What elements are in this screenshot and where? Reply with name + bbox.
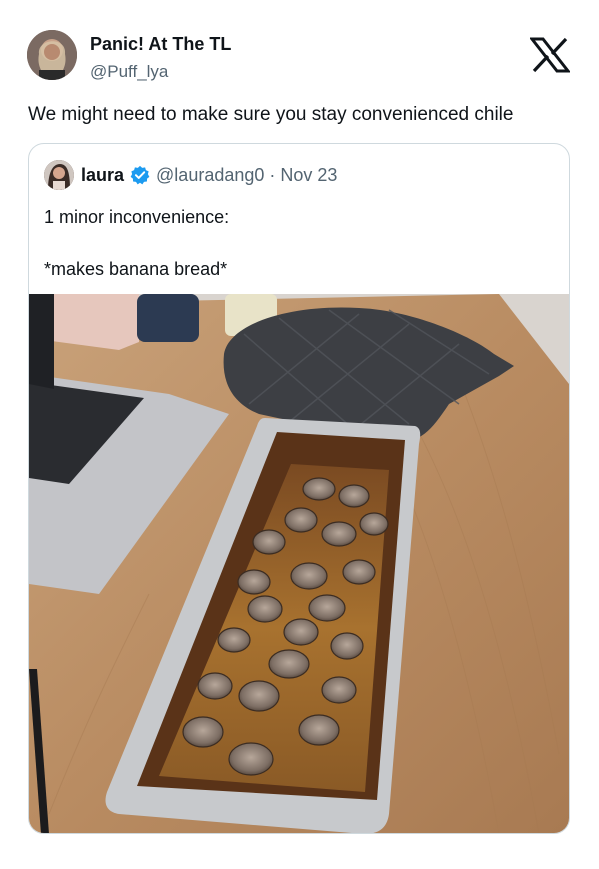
x-logo-icon[interactable] (530, 37, 570, 73)
author-block: Panic! At The TL @Puff_lya (90, 33, 231, 83)
avatar-image (27, 30, 77, 80)
quoted-tweet-card[interactable]: laura @lauradang0 · Nov 23 1 minor incon… (28, 143, 570, 834)
verified-badge-icon (130, 165, 150, 185)
tweet-text: We might need to make sure you stay conv… (28, 104, 514, 125)
quoted-tweet-date[interactable]: Nov 23 (280, 165, 337, 186)
author-handle[interactable]: @Puff_lya (90, 61, 231, 83)
quoted-author-avatar[interactable] (44, 160, 74, 190)
author-name[interactable]: Panic! At The TL (90, 33, 231, 55)
quoted-tweet-text-line2: *makes banana bread* (44, 259, 228, 279)
banana-bread-photo[interactable] (29, 294, 569, 834)
quoted-tweet-text-line1: 1 minor inconvenience: (44, 207, 230, 227)
quoted-tweet-header: laura @lauradang0 · Nov 23 (44, 160, 337, 190)
quoted-author-name[interactable]: laura (81, 165, 124, 186)
water-bottle (137, 294, 199, 342)
header-separator: · (269, 164, 276, 185)
quoted-avatar-image (44, 160, 74, 190)
laptop-screen (29, 294, 54, 389)
quoted-author-handle[interactable]: @lauradang0 (156, 165, 264, 186)
author-avatar[interactable] (27, 30, 77, 80)
